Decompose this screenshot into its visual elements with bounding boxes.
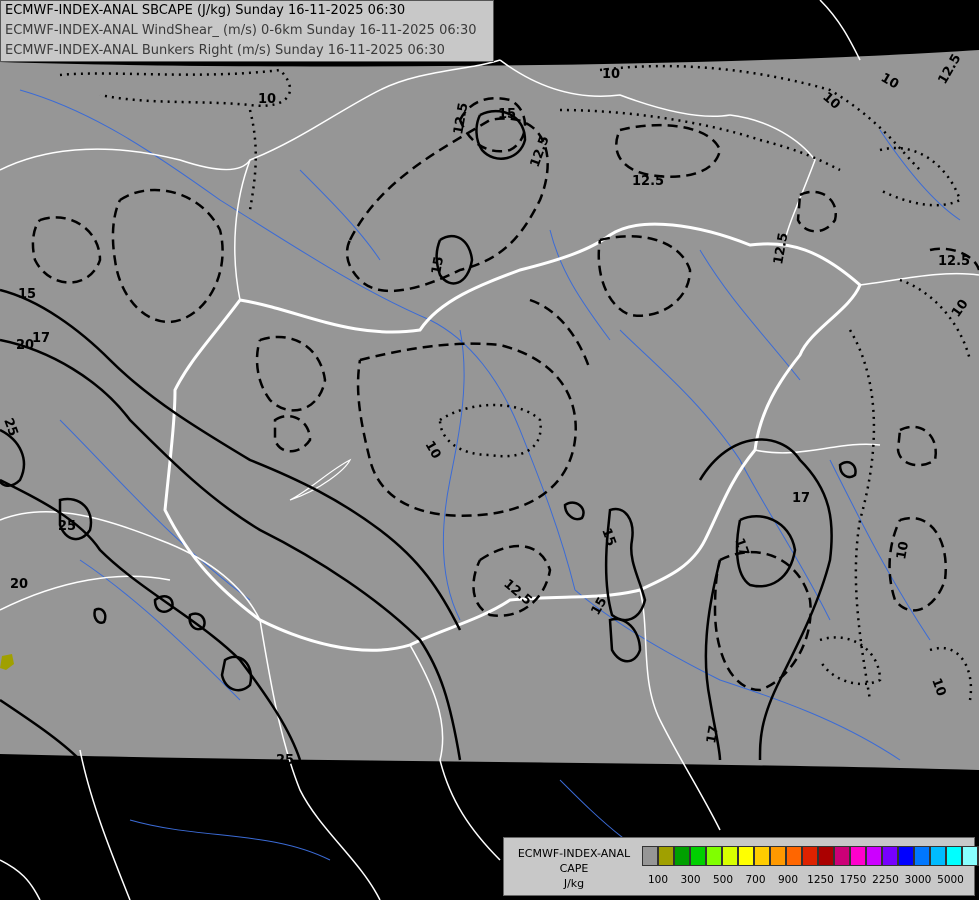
legend-ticks: 100 300 500 700 900 1250 1750 2250 3000 5000 [642, 874, 972, 888]
legend-tick-label: 700 [745, 874, 766, 886]
contour-label: 25 [276, 753, 294, 768]
legend-swatch [834, 846, 850, 866]
legend-swatch [962, 846, 978, 866]
legend-swatch [658, 846, 674, 866]
legend-tick-label: 1750 [839, 874, 867, 886]
contour-label: 12.5 [938, 254, 970, 269]
contour-label: 17 [792, 491, 810, 506]
legend-title: ECMWF-INDEX-ANAL CAPE J/kg [510, 846, 638, 891]
legend-swatch [786, 846, 802, 866]
legend-swatch [722, 846, 738, 866]
legend-swatch [770, 846, 786, 866]
legend-swatch [882, 846, 898, 866]
contour-label: 17 [32, 331, 50, 346]
legend-title-param: CAPE [559, 862, 589, 875]
title-line-cape: ECMWF-INDEX-ANAL SBCAPE (J/kg) Sunday 16… [5, 3, 406, 18]
legend-tick-label: 5000 [937, 874, 964, 886]
legend-swatch [914, 846, 930, 866]
map-canvas: 10 10 10 10 10 12.5 12.5 12.5 12.5 12.5 … [0, 0, 979, 900]
legend-swatch [690, 846, 706, 866]
contour-label: 10 [258, 92, 276, 107]
legend-tick-label: 900 [777, 874, 799, 886]
contour-label: 15 [498, 107, 516, 122]
legend-swatch [866, 846, 882, 866]
legend-swatch [818, 846, 834, 866]
legend-swatch [754, 846, 770, 866]
legend-tick-label: 300 [680, 874, 701, 886]
legend-tick-label: 3000 [904, 874, 932, 886]
contour-label: 20 [16, 338, 34, 353]
contour-label: 20 [10, 577, 28, 592]
legend-tick-label: 500 [712, 874, 734, 886]
contour-label: 10 [894, 540, 912, 560]
contour-label: 10 [602, 67, 620, 82]
legend-swatch [898, 846, 914, 866]
title-line-bunkers: ECMWF-INDEX-ANAL Bunkers Right (m/s) Sun… [5, 43, 445, 58]
contour-label: 12.5 [632, 174, 664, 189]
legend-swatch [802, 846, 818, 866]
contour-label: 15 [18, 287, 36, 302]
legend-swatch [930, 846, 946, 866]
legend-swatch [946, 846, 962, 866]
map-title-box: ECMWF-INDEX-ANAL SBCAPE (J/kg) Sunday 16… [0, 0, 494, 62]
cape-legend: ECMWF-INDEX-ANAL CAPE J/kg 100 300 500 700 9… [503, 837, 979, 896]
legend-swatches [642, 846, 979, 866]
legend-swatch [706, 846, 722, 866]
contour-label: 17 [704, 724, 722, 744]
legend-tick-label: 100 [647, 874, 669, 886]
legend-title-unit: J/kg [563, 877, 585, 890]
contour-label: 25 [58, 519, 76, 534]
legend-tick-label: 1250 [807, 874, 834, 886]
legend-swatch [738, 846, 754, 866]
legend-swatch [674, 846, 690, 866]
title-line-windshear: ECMWF-INDEX-ANAL WindShear_ (m/s) 0-6km … [5, 23, 477, 38]
legend-tick-label: 2250 [872, 874, 899, 886]
contour-label: 15 [429, 255, 447, 275]
legend-title-model: ECMWF-INDEX-ANAL [517, 847, 631, 860]
legend-swatch [850, 846, 866, 866]
legend-swatch [642, 846, 658, 866]
model-domain [0, 50, 979, 770]
